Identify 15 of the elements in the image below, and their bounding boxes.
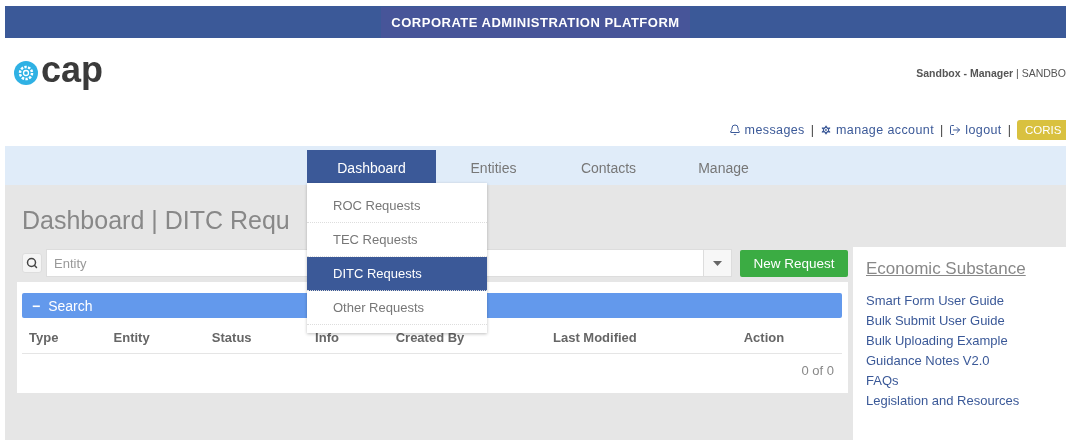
column-header: Created By <box>395 330 466 345</box>
separator: | <box>1007 123 1011 137</box>
separator: | <box>810 123 814 137</box>
user-info: Sandbox - Manager | SANDBO <box>916 67 1066 79</box>
pager-text: 0 of 0 <box>801 363 834 378</box>
banner-title: CORPORATE ADMINISTRATION PLATFORM <box>381 6 690 38</box>
column-header: Last Modified <box>553 330 638 345</box>
page-title: Dashboard | DITC Requ <box>22 205 290 236</box>
column-header: Status <box>211 330 253 345</box>
column-header: Entity <box>113 330 151 345</box>
separator: | <box>940 123 944 137</box>
logo-text: cap <box>41 52 104 88</box>
column-header: Type <box>28 330 60 345</box>
column-header: Info <box>315 330 340 345</box>
column-header: Action <box>743 330 786 345</box>
